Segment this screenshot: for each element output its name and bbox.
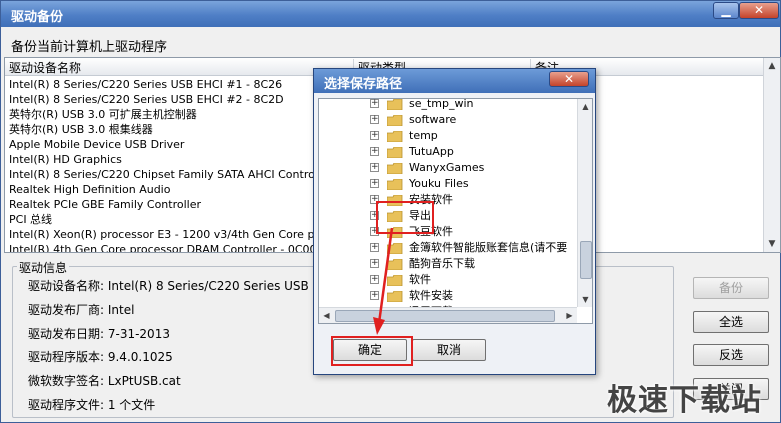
title-bar[interactable]: 驱动备份 ▁ ✕ bbox=[1, 1, 780, 27]
tree-item[interactable]: + 金簿软件智能版账套信息(请不要 bbox=[319, 240, 577, 256]
scroll-up-icon[interactable]: ▲ bbox=[764, 58, 780, 74]
tree-item[interactable]: + 导出 bbox=[319, 208, 577, 224]
info-device-name: 驱动设备名称: Intel(R) 8 Series/C220 Series US… bbox=[28, 279, 355, 293]
tree-item-label: 软件 bbox=[409, 273, 431, 286]
tree-horizontal-scrollbar[interactable]: ◀ ▶ bbox=[319, 307, 577, 323]
tree-item-label: se_tmp_win bbox=[409, 98, 474, 110]
folder-icon bbox=[387, 179, 403, 190]
folder-tree[interactable]: + se_tmp_win + software + temp + TutuApp + WanyxG… bbox=[318, 98, 593, 324]
table-row[interactable]: 英特尔(R) USB 3.0 根集线器 bbox=[5, 122, 361, 137]
expand-icon[interactable]: + bbox=[370, 147, 379, 156]
tree-scroll-left-icon[interactable]: ◀ bbox=[319, 308, 334, 323]
tree-item[interactable]: + TutuApp bbox=[319, 144, 577, 160]
table-row[interactable]: Realtek High Definition Audio bbox=[5, 182, 361, 197]
window-title: 驱动备份 bbox=[11, 10, 64, 25]
scroll-down-icon[interactable]: ▼ bbox=[764, 236, 780, 252]
info-version: 驱动程序版本: 9.4.0.1025 bbox=[28, 350, 173, 364]
driver-info-label: 驱动信息 bbox=[17, 259, 70, 276]
tree-item-label: 软件安装 bbox=[409, 289, 453, 302]
expand-icon[interactable]: + bbox=[370, 131, 379, 140]
watermark-logo: 极速下载站 bbox=[607, 383, 762, 418]
tree-item-label: software bbox=[409, 113, 457, 126]
tree-scroll-down-icon[interactable]: ▼ bbox=[578, 292, 592, 307]
folder-icon bbox=[387, 99, 403, 110]
annotation-arrow-icon bbox=[373, 227, 394, 335]
table-row[interactable]: Realtek PCIe GBE Family Controller bbox=[5, 197, 361, 212]
tree-vertical-thumb[interactable] bbox=[580, 241, 592, 279]
invert-selection-button[interactable]: 反选 bbox=[693, 344, 769, 366]
expand-icon[interactable]: + bbox=[370, 115, 379, 124]
dialog-title: 选择保存路径 bbox=[324, 77, 403, 92]
info-vendor: 驱动发布厂商: Intel bbox=[28, 303, 135, 317]
folder-icon bbox=[387, 163, 403, 174]
tree-item[interactable]: + 酷狗音乐下载 bbox=[319, 256, 577, 272]
tree-scroll-right-icon[interactable]: ▶ bbox=[562, 308, 577, 323]
tree-item-label: WanyxGames bbox=[409, 161, 485, 174]
tree-item-label: temp bbox=[409, 129, 438, 142]
info-release-date: 驱动发布日期: 7-31-2013 bbox=[28, 327, 170, 341]
table-row[interactable]: Apple Mobile Device USB Driver bbox=[5, 137, 361, 152]
close-icon[interactable]: ✕ bbox=[739, 2, 779, 19]
dialog-title-bar[interactable]: 选择保存路径 ✕ bbox=[314, 69, 595, 93]
tree-item[interactable]: + se_tmp_win bbox=[319, 98, 577, 112]
tree-item[interactable]: + Youku Files bbox=[319, 176, 577, 192]
tree-item[interactable]: + 飞豆软件 bbox=[319, 224, 577, 240]
tree-item[interactable]: + temp bbox=[319, 128, 577, 144]
dialog-close-icon[interactable]: ✕ bbox=[549, 71, 589, 87]
table-row[interactable]: 英特尔(R) USB 3.0 可扩展主机控制器 bbox=[5, 107, 361, 122]
minimize-button[interactable]: ▁ bbox=[713, 2, 739, 19]
tree-item-label: TutuApp bbox=[409, 145, 454, 158]
table-row[interactable]: Intel(R) HD Graphics bbox=[5, 152, 361, 167]
table-row[interactable]: Intel(R) Xeon(R) processor E3 - 1200 v3/… bbox=[5, 227, 361, 242]
expand-icon[interactable]: + bbox=[370, 99, 379, 108]
table-row[interactable]: Intel(R) 8 Series/C220 Series USB EHCI #… bbox=[5, 77, 361, 92]
tree-item[interactable]: + 软件安装 bbox=[319, 288, 577, 304]
tree-item[interactable]: + 安装软件 bbox=[319, 192, 577, 208]
backup-button[interactable]: 备份 bbox=[693, 277, 769, 299]
select-all-button[interactable]: 全选 bbox=[693, 311, 769, 333]
folder-icon bbox=[387, 131, 403, 142]
expand-icon[interactable]: + bbox=[370, 163, 379, 172]
column-header-device-name[interactable]: 驱动设备名称 bbox=[5, 59, 354, 75]
highlight-ok-button bbox=[331, 336, 413, 366]
table-row[interactable]: Intel(R) 8 Series/C220 Chipset Family SA… bbox=[5, 167, 361, 182]
folder-icon bbox=[387, 147, 403, 158]
tree-item[interactable]: + 软件 bbox=[319, 272, 577, 288]
table-row[interactable]: Intel(R) 4th Gen Core processor DRAM Con… bbox=[5, 242, 361, 252]
list-scrollbar[interactable]: ▲ ▼ bbox=[763, 58, 780, 252]
tree-item-label: 酷狗音乐下载 bbox=[409, 257, 475, 270]
tree-vertical-scrollbar[interactable]: ▲ ▼ bbox=[577, 99, 592, 307]
list-rows: Intel(R) 8 Series/C220 Series USB EHCI #… bbox=[5, 77, 361, 252]
tree-horizontal-thumb[interactable] bbox=[335, 310, 555, 322]
tree-scroll-up-icon[interactable]: ▲ bbox=[578, 99, 592, 114]
table-row[interactable]: Intel(R) 8 Series/C220 Series USB EHCI #… bbox=[5, 92, 361, 107]
tree-item[interactable]: + WanyxGames bbox=[319, 160, 577, 176]
instruction-text: 备份当前计算机上驱动程序 bbox=[11, 40, 168, 55]
save-path-dialog: 选择保存路径 ✕ + se_tmp_win + software + temp + TutuA… bbox=[313, 68, 596, 375]
expand-icon[interactable]: + bbox=[370, 179, 379, 188]
cancel-button[interactable]: 取消 bbox=[412, 339, 486, 361]
table-row[interactable]: PCI 总线 bbox=[5, 212, 361, 227]
tree-item-label: 金簿软件智能版账套信息(请不要 bbox=[409, 241, 568, 254]
folder-icon bbox=[387, 115, 403, 126]
info-signature: 微软数字签名: LxPtUSB.cat bbox=[28, 374, 181, 388]
tree-item-label: Youku Files bbox=[409, 177, 469, 190]
tree-item[interactable]: + software bbox=[319, 112, 577, 128]
info-files: 驱动程序文件: 1 个文件 bbox=[28, 398, 156, 412]
